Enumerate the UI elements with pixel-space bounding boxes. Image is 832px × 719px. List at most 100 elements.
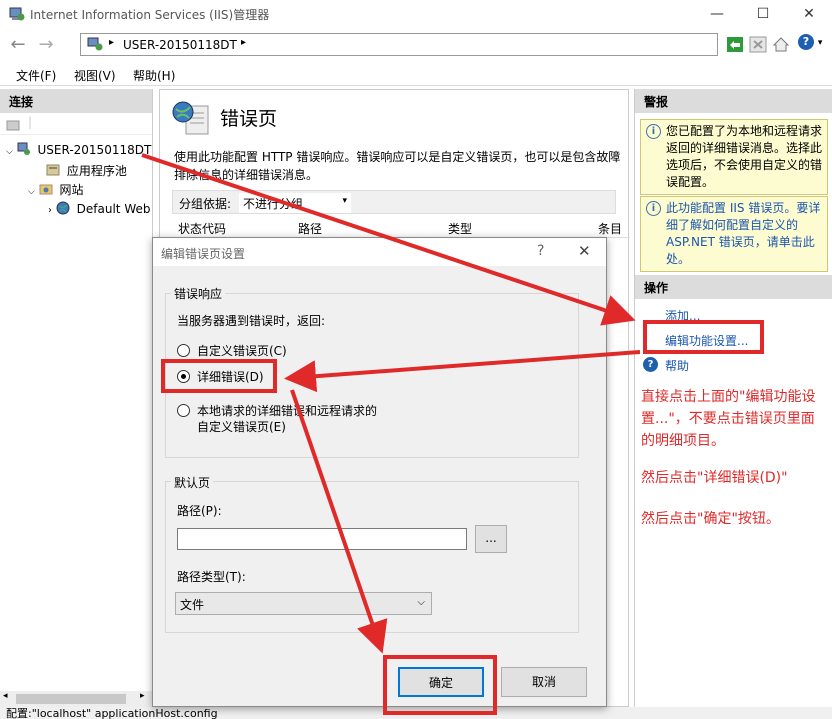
path-label: 路径(P): bbox=[177, 504, 222, 518]
tree-node-app-pools[interactable]: 应用程序池 bbox=[46, 162, 127, 179]
breadcrumb-separator-icon: ▸ bbox=[109, 37, 115, 48]
path-type-select[interactable]: 文件 ⌵ bbox=[175, 592, 432, 615]
alert-text-1: 您已配置了为本地和远程请求返回的详细错误消息。选择此选项后，不会使用自定义的错误… bbox=[666, 124, 823, 189]
path-type-label: 路径类型(T): bbox=[177, 570, 246, 584]
path-input[interactable] bbox=[177, 528, 467, 550]
error-prompt: 当服务器遇到错误时，返回: bbox=[177, 314, 326, 328]
dialog-title: 编辑错误页设置 bbox=[161, 247, 246, 261]
group-by-value: 不进行分组 bbox=[243, 197, 304, 211]
alert-learn-more[interactable]: i 此功能配置 IIS 错误页。要详细了解如何配置自定义的 ASP.NET 错误… bbox=[640, 196, 828, 272]
collapse-icon[interactable]: ⌵ bbox=[6, 147, 13, 157]
home-icon[interactable] bbox=[772, 36, 790, 53]
minimize-button[interactable]: — bbox=[694, 0, 740, 28]
group-by-select[interactable]: 不进行分组 ▾ bbox=[239, 193, 351, 213]
expand-icon[interactable]: › bbox=[48, 205, 52, 216]
breadcrumb-server[interactable]: USER-20150118DT bbox=[123, 38, 237, 52]
actions-header: 操作 bbox=[635, 275, 832, 299]
folder-icon bbox=[39, 184, 53, 195]
help-dropdown-icon: ▾ bbox=[817, 38, 823, 48]
toolbar-divider: | bbox=[28, 115, 33, 129]
tree-node-sites[interactable]: ⌵ 网站 bbox=[28, 181, 84, 198]
error-response-legend: 错误响应 bbox=[171, 285, 226, 302]
radio-detailed-label: 详细错误(D) bbox=[197, 370, 264, 384]
ok-button[interactable]: 确定 bbox=[398, 667, 484, 697]
alert-text-2: 此功能配置 IIS 错误页。要详细了解如何配置自定义的 ASP.NET 错误页，… bbox=[666, 201, 821, 266]
radio-local-indicator[interactable] bbox=[177, 404, 190, 417]
actions-pane: 警报 i 您已配置了为本地和远程请求返回的详细错误消息。选择此选项后，不会使用自… bbox=[634, 89, 832, 707]
forward-button[interactable]: → bbox=[34, 34, 58, 56]
tree-label-sites: 网站 bbox=[59, 183, 84, 197]
tree-label-app-pools: 应用程序池 bbox=[66, 164, 127, 178]
server-icon bbox=[87, 37, 103, 51]
group-by-label: 分组依据: bbox=[179, 197, 232, 211]
page-description: 使用此功能配置 HTTP 错误响应。错误响应可以是自定义错误页，也可以是包含故障… bbox=[174, 150, 621, 182]
dialog-help-button[interactable]: ? bbox=[537, 243, 544, 259]
tree-node-default-site[interactable]: › Default Web bbox=[48, 201, 150, 216]
iis-app-icon bbox=[9, 7, 25, 21]
tree-label-server: USER-20150118DT bbox=[37, 143, 152, 157]
dialog-close-button[interactable]: ✕ bbox=[578, 242, 591, 260]
refresh-icon[interactable] bbox=[726, 36, 744, 53]
chevron-down-icon: ⌵ bbox=[417, 597, 425, 608]
annotation-note-1: 直接点击上面的"编辑功能设置..."，不要点击错误页里面的明细项目。 bbox=[641, 389, 816, 449]
back-button[interactable]: ← bbox=[6, 34, 30, 56]
info-icon: i bbox=[646, 201, 661, 216]
connect-icon[interactable] bbox=[6, 117, 22, 131]
annotation-note-2: 然后点击"详细错误(D)" bbox=[641, 470, 788, 486]
status-bar: 配置:"localhost" applicationHost.config bbox=[0, 707, 832, 719]
radio-custom-indicator[interactable] bbox=[177, 344, 190, 357]
menu-view[interactable]: 视图(V) bbox=[74, 67, 116, 84]
tree-label-default-site: Default Web bbox=[76, 202, 151, 216]
path-type-value: 文件 bbox=[180, 598, 205, 612]
close-button[interactable]: ✕ bbox=[786, 0, 832, 28]
scroll-left-icon[interactable]: ◂ bbox=[3, 691, 8, 701]
edit-error-pages-dialog: 编辑错误页设置 ? ✕ 错误响应 当服务器遇到错误时，返回: 自定义错误页(C)… bbox=[152, 237, 607, 707]
menu-file[interactable]: 文件(F) bbox=[16, 67, 56, 84]
browse-button[interactable]: ... bbox=[475, 525, 507, 553]
horizontal-scrollbar[interactable]: ◂ ▸ bbox=[0, 691, 153, 707]
error-pages-icon bbox=[172, 101, 209, 135]
connections-toolbar: | bbox=[0, 113, 152, 135]
tree-node-server[interactable]: ⌵ USER-20150118DT bbox=[6, 142, 151, 157]
status-text: 配置:"localhost" applicationHost.config bbox=[6, 707, 218, 719]
scrollbar-thumb[interactable] bbox=[16, 694, 126, 704]
help-menu-button[interactable]: ? ▾ bbox=[798, 34, 822, 50]
alerts-header: 警报 bbox=[635, 89, 832, 113]
address-bar[interactable]: ▸ USER-20150118DT ▸ bbox=[80, 33, 718, 56]
action-edit-feature-settings[interactable]: 编辑功能设置... bbox=[665, 332, 748, 349]
app-pool-icon bbox=[46, 164, 60, 176]
radio-custom-label: 自定义错误页(C) bbox=[197, 344, 287, 358]
stop-icon[interactable] bbox=[749, 36, 767, 53]
cancel-button[interactable]: 取消 bbox=[501, 667, 587, 697]
help-icon: ? bbox=[798, 34, 814, 50]
navigation-bar: ← → ▸ USER-20150118DT ▸ ? ▾ bbox=[0, 28, 832, 62]
column-entry[interactable]: 条目 bbox=[598, 220, 622, 237]
column-headers: 状态代码 路径 类型 条目 bbox=[172, 216, 630, 238]
radio-local-label-line1: 本地请求的详细错误和远程请求的 bbox=[197, 404, 378, 418]
collapse-icon[interactable]: ⌵ bbox=[28, 187, 35, 197]
window-title: Internet Information Services (IIS)管理器 bbox=[30, 8, 270, 22]
breadcrumb-separator-icon: ▸ bbox=[241, 37, 247, 48]
menu-help[interactable]: 帮助(H) bbox=[133, 67, 175, 84]
page-title: 错误页 bbox=[220, 108, 278, 130]
dialog-title-bar: 编辑错误页设置 ? ✕ bbox=[153, 238, 606, 266]
action-help[interactable]: 帮助 bbox=[665, 357, 689, 374]
default-page-legend: 默认页 bbox=[171, 474, 214, 491]
action-add[interactable]: 添加... bbox=[665, 307, 700, 324]
radio-detailed-indicator[interactable] bbox=[177, 370, 190, 383]
maximize-button[interactable]: ☐ bbox=[740, 0, 786, 28]
menu-bar: 文件(F) 视图(V) 帮助(H) bbox=[0, 62, 832, 86]
title-bar: Internet Information Services (IIS)管理器 —… bbox=[0, 0, 832, 28]
column-status-code[interactable]: 状态代码 bbox=[178, 220, 226, 237]
connections-pane: 连接 | ⌵ USER-20150118DT 应用程序池 ⌵ 网站 › Defa… bbox=[0, 89, 153, 707]
radio-local-label-line2: 自定义错误页(E) bbox=[197, 420, 286, 434]
column-type[interactable]: 类型 bbox=[448, 220, 472, 237]
info-icon: i bbox=[646, 124, 661, 139]
server-icon bbox=[17, 142, 30, 155]
connections-header: 连接 bbox=[0, 89, 152, 113]
dropdown-arrow-icon: ▾ bbox=[342, 196, 347, 206]
column-path[interactable]: 路径 bbox=[298, 220, 322, 237]
annotation-note-3: 然后点击"确定"按钮。 bbox=[641, 511, 780, 527]
scroll-right-icon[interactable]: ▸ bbox=[140, 691, 145, 701]
help-icon: ? bbox=[643, 357, 658, 372]
